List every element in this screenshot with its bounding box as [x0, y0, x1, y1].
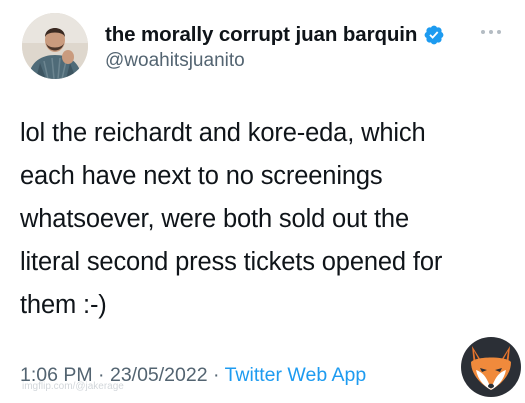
- tweet-card: the morally corrupt juan barquin @woahit…: [0, 0, 525, 400]
- watermark-text: imgflip.com/@jakerage: [22, 381, 124, 392]
- fox-logo-icon: [460, 336, 522, 398]
- display-name[interactable]: the morally corrupt juan barquin: [105, 23, 417, 47]
- tweet-date[interactable]: 23/05/2022: [110, 364, 208, 386]
- meta-separator: ·: [213, 364, 220, 386]
- verified-badge-icon: [423, 24, 445, 46]
- tweet-source-link[interactable]: Twitter Web App: [225, 364, 367, 386]
- tweet-text: lol the reichardt and kore-eda, which ea…: [20, 119, 443, 319]
- avatar-image: [22, 13, 88, 79]
- handle[interactable]: @woahitsjuanito: [105, 50, 465, 72]
- display-name-row: the morally corrupt juan barquin: [105, 22, 465, 48]
- avatar[interactable]: [22, 13, 88, 79]
- author-info: the morally corrupt juan barquin @woahit…: [105, 22, 465, 72]
- more-options-icon[interactable]: [478, 24, 504, 40]
